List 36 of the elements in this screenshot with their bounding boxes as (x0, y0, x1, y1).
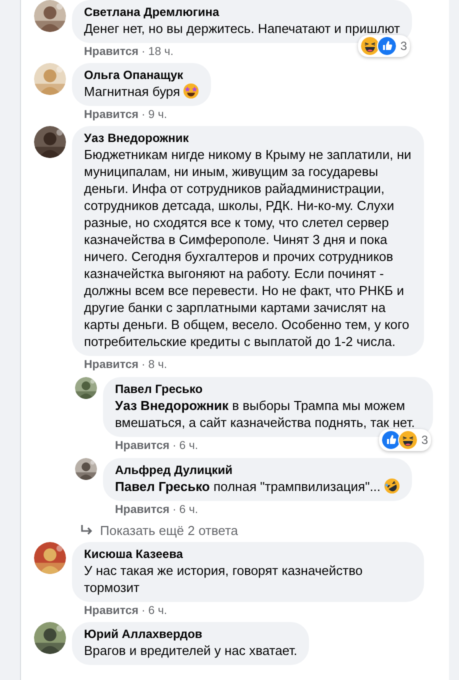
author-name[interactable]: Юрий Аллахвердов (84, 627, 298, 642)
timestamp[interactable]: 6 ч. (148, 604, 168, 618)
reaction-badge[interactable]: 3 (379, 429, 431, 451)
like-link[interactable]: Нравится (84, 45, 138, 59)
like-link[interactable]: Нравится (84, 604, 138, 618)
author-name[interactable]: Ольга Опанащук (84, 68, 200, 83)
author-name[interactable]: Кисюша Казеева (84, 547, 412, 562)
timestamp[interactable]: 9 ч. (148, 108, 168, 122)
separator-dot: · (141, 604, 146, 618)
comment-text: Уаз Внедорожник в выборы Трампа мы можем вмешаться, а сайт казначейства поднять, так нет. (115, 397, 416, 431)
like-link[interactable]: Нравится (84, 358, 138, 372)
separator-dot: · (141, 108, 146, 122)
show-more-replies-link[interactable]: Показать ещё 2 ответа (80, 523, 449, 538)
reply-arrow-icon (80, 524, 94, 536)
timestamp[interactable]: 6 ч. (179, 503, 198, 517)
timestamp[interactable]: 6 ч. (179, 439, 198, 453)
like-link[interactable]: Нравится (115, 439, 170, 453)
author-name[interactable]: Альфред Дулицкий (115, 463, 400, 478)
comment-text: Бюджетникам нигде никому в Крыму не заплатили, ни муниципалам, ни иным, живущим за государевы деньги. Инфа от сотрудников райадминистрации, сотрудников детсада, школы, РДК. Ни-ко-му. Слухи разные, но сходятся все к тому, что слетел сервер казначейства в Симферополе. Чинят 3 дня и пока ничего. Сегодня бухгалтеров и прочих сотрудников казначейстка выгоняют на работу. Если починят - должны всем все перевести. Но не факт, что РНКБ и другие банки с зарплатными картами зачислят на карты деньги. В общем, весело. Особенно тем, у кого потребительские кредиты с выплатой до 1-2 числа. (84, 146, 412, 350)
reaction-badge[interactable]: 3 (358, 35, 410, 57)
comment-text: Денег нет, но вы держитесь. Напечатают и пришлют (84, 20, 400, 37)
separator-dot: · (141, 358, 146, 372)
author-name[interactable]: Павел Гресько (115, 382, 421, 397)
separator-dot: · (141, 45, 146, 59)
timestamp[interactable]: 18 ч. (148, 45, 174, 59)
comment-text: Врагов и вредителей у нас хватает. (84, 642, 298, 659)
author-name[interactable]: Светлана Дремлюгина (84, 5, 400, 20)
author-name[interactable]: Уаз Внедорожник (84, 131, 412, 146)
like-link[interactable]: Нравится (115, 503, 170, 517)
comment-text: Магнитная буря (84, 83, 200, 100)
separator-dot: · (172, 503, 176, 517)
like-link[interactable]: Нравится (84, 108, 138, 122)
separator-dot: · (172, 439, 176, 453)
timestamp[interactable]: 8 ч. (148, 358, 168, 372)
comment-text: У нас такая же история, говорят казначейство тормозит (84, 562, 364, 596)
comment-text: Павел Гресько полная "трампвилизация"... (115, 478, 400, 495)
